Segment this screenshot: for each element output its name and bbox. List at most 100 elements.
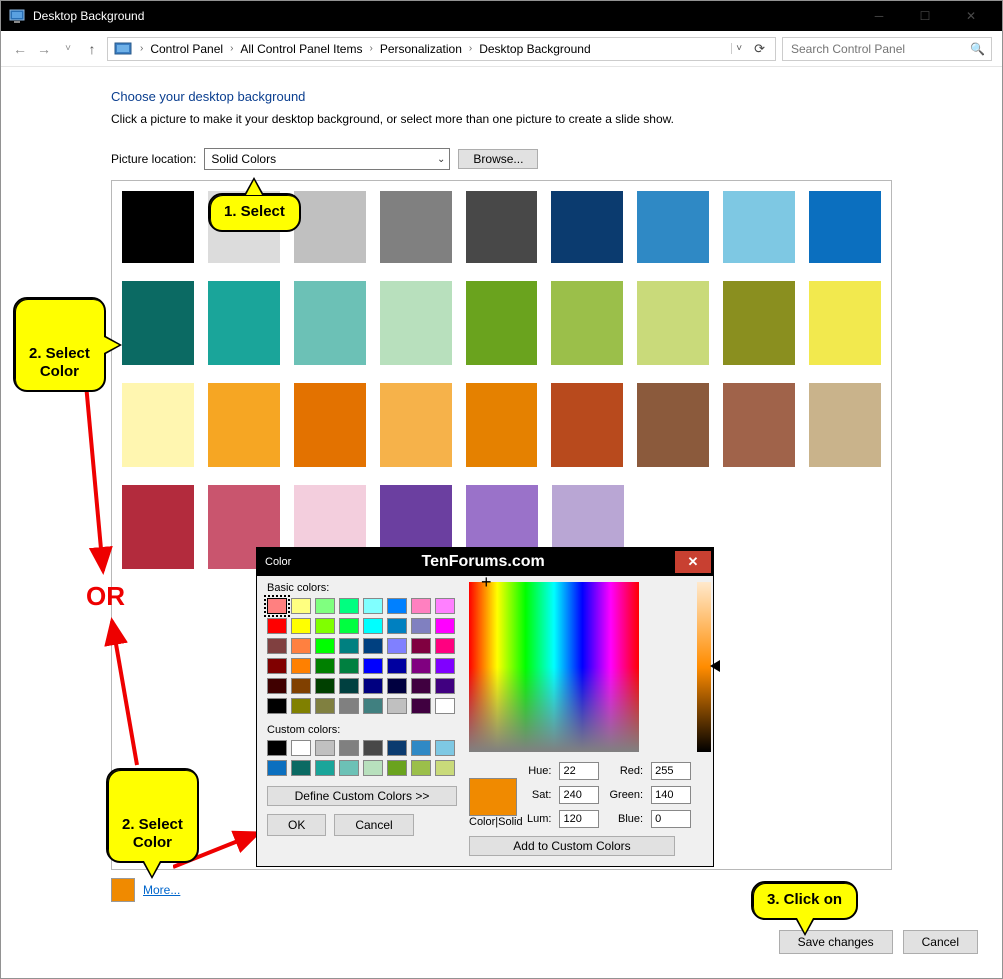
search-input[interactable] (789, 41, 964, 57)
maximize-button[interactable]: ☐ (902, 1, 948, 31)
color-swatch[interactable] (809, 191, 881, 263)
breadcrumb-item[interactable]: Control Panel (147, 42, 226, 56)
color-swatch[interactable] (466, 191, 538, 263)
color-swatch[interactable] (208, 281, 280, 365)
color-swatch[interactable] (809, 383, 881, 467)
basic-color-cell[interactable] (387, 658, 407, 674)
basic-color-cell[interactable] (339, 678, 359, 694)
basic-color-cell[interactable] (315, 598, 335, 614)
color-swatch[interactable] (723, 191, 795, 263)
more-link[interactable]: More... (143, 883, 180, 897)
custom-color-cell[interactable] (315, 740, 335, 756)
basic-color-cell[interactable] (315, 618, 335, 634)
custom-color-cell[interactable] (411, 760, 431, 776)
basic-color-cell[interactable] (339, 598, 359, 614)
close-button[interactable]: ✕ (948, 1, 994, 31)
color-swatch[interactable] (809, 281, 881, 365)
custom-color-cell[interactable] (363, 740, 383, 756)
basic-color-cell[interactable] (291, 678, 311, 694)
color-swatch[interactable] (294, 281, 366, 365)
color-swatch[interactable] (122, 191, 194, 263)
color-spectrum[interactable]: + (469, 582, 639, 752)
search-box[interactable]: 🔍 (782, 37, 992, 61)
basic-color-cell[interactable] (267, 618, 287, 634)
basic-color-cell[interactable] (435, 658, 455, 674)
nav-recent[interactable]: ˅ (59, 43, 77, 54)
basic-color-cell[interactable] (387, 678, 407, 694)
custom-color-cell[interactable] (387, 760, 407, 776)
basic-color-cell[interactable] (291, 638, 311, 654)
custom-color-cell[interactable] (339, 740, 359, 756)
basic-color-cell[interactable] (387, 598, 407, 614)
color-swatch[interactable] (294, 191, 366, 263)
add-to-custom-button[interactable]: Add to Custom Colors (469, 836, 675, 856)
color-swatch[interactable] (466, 383, 538, 467)
basic-color-cell[interactable] (267, 698, 287, 714)
basic-color-cell[interactable] (435, 678, 455, 694)
custom-color-cell[interactable] (387, 740, 407, 756)
search-icon[interactable]: 🔍 (970, 42, 985, 56)
basic-color-cell[interactable] (435, 618, 455, 634)
nav-up[interactable]: ↑ (83, 41, 101, 57)
basic-color-cell[interactable] (387, 638, 407, 654)
custom-color-cell[interactable] (339, 760, 359, 776)
refresh-icon[interactable]: ⟳ (750, 41, 769, 57)
basic-color-cell[interactable] (435, 598, 455, 614)
basic-color-cell[interactable] (267, 638, 287, 654)
color-swatch[interactable] (551, 281, 623, 365)
basic-color-cell[interactable] (387, 618, 407, 634)
breadcrumb-dropdown[interactable]: ˅ (731, 43, 746, 54)
basic-color-cell[interactable] (315, 678, 335, 694)
nav-forward[interactable]: → (35, 41, 53, 57)
minimize-button[interactable]: ─ (856, 1, 902, 31)
basic-color-cell[interactable] (435, 698, 455, 714)
basic-color-cell[interactable] (315, 638, 335, 654)
red-input[interactable] (651, 762, 691, 780)
basic-color-cell[interactable] (363, 678, 383, 694)
basic-color-cell[interactable] (387, 698, 407, 714)
basic-color-cell[interactable] (267, 678, 287, 694)
custom-color-cell[interactable] (435, 760, 455, 776)
picture-location-dropdown[interactable]: Solid Colors ⌄ (204, 148, 450, 170)
custom-color-cell[interactable] (315, 760, 335, 776)
define-custom-colors-button[interactable]: Define Custom Colors >> (267, 786, 457, 806)
hue-input[interactable] (559, 762, 599, 780)
blue-input[interactable] (651, 810, 691, 828)
color-swatch[interactable] (723, 383, 795, 467)
custom-color-cell[interactable] (291, 740, 311, 756)
basic-color-cell[interactable] (411, 698, 431, 714)
custom-color-cell[interactable] (435, 740, 455, 756)
basic-color-cell[interactable] (363, 658, 383, 674)
color-swatch[interactable] (294, 383, 366, 467)
basic-color-cell[interactable] (363, 638, 383, 654)
basic-color-cell[interactable] (291, 658, 311, 674)
color-swatch[interactable] (380, 383, 452, 467)
basic-color-cell[interactable] (411, 678, 431, 694)
color-swatch[interactable] (208, 383, 280, 467)
breadcrumb[interactable]: › Control Panel › All Control Panel Item… (107, 37, 776, 61)
basic-color-cell[interactable] (267, 658, 287, 674)
color-swatch[interactable] (551, 191, 623, 263)
basic-color-cell[interactable] (315, 658, 335, 674)
color-swatch[interactable] (380, 281, 452, 365)
cancel-button[interactable]: Cancel (903, 930, 978, 954)
dialog-ok-button[interactable]: OK (267, 814, 326, 836)
basic-color-cell[interactable] (339, 618, 359, 634)
basic-color-cell[interactable] (411, 658, 431, 674)
custom-color-cell[interactable] (411, 740, 431, 756)
basic-color-cell[interactable] (339, 658, 359, 674)
basic-color-cell[interactable] (435, 638, 455, 654)
breadcrumb-item[interactable]: All Control Panel Items (237, 42, 365, 56)
luminosity-slider[interactable] (710, 660, 720, 672)
color-swatch[interactable] (380, 191, 452, 263)
color-swatch[interactable] (637, 281, 709, 365)
color-swatch[interactable] (466, 281, 538, 365)
basic-color-cell[interactable] (339, 638, 359, 654)
custom-color-cell[interactable] (363, 760, 383, 776)
basic-color-cell[interactable] (315, 698, 335, 714)
custom-color-cell[interactable] (291, 760, 311, 776)
green-input[interactable] (651, 786, 691, 804)
basic-color-cell[interactable] (363, 698, 383, 714)
basic-color-cell[interactable] (291, 618, 311, 634)
basic-color-cell[interactable] (291, 598, 311, 614)
